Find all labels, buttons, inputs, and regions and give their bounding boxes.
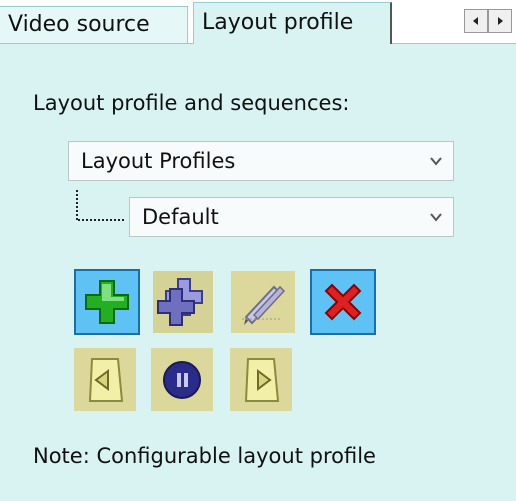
arrow-left-icon — [473, 17, 478, 25]
tab-layout-profile[interactable]: Layout profile — [193, 2, 392, 44]
sequence-select[interactable]: Default — [129, 197, 454, 237]
copy-button[interactable] — [153, 271, 213, 333]
tab-video-source[interactable]: Video source — [0, 6, 188, 44]
pause-button[interactable] — [151, 348, 213, 411]
section-label: Layout profile and sequences: — [33, 91, 350, 115]
tab-bar: Video source Layout profile — [0, 0, 516, 44]
tab-scroll-buttons — [464, 9, 512, 33]
layout-profiles-select-value: Layout Profiles — [81, 149, 236, 173]
pause-icon — [163, 360, 201, 399]
sequence-select-value: Default — [142, 205, 219, 229]
previous-button[interactable] — [74, 348, 136, 411]
copy-add-icon — [157, 278, 203, 326]
tab-scroll-right-button[interactable] — [488, 9, 512, 33]
tab-scroll-left-button[interactable] — [464, 9, 488, 33]
tab-divider — [0, 43, 193, 44]
pencil-icon — [242, 285, 286, 325]
tree-connector — [76, 190, 78, 220]
next-button[interactable] — [230, 348, 292, 411]
previous-page-icon — [88, 357, 124, 402]
note-text: Note: Configurable layout profile — [33, 444, 376, 468]
tree-connector — [78, 219, 124, 221]
chevron-down-icon — [430, 213, 442, 222]
arrow-right-icon — [498, 17, 503, 25]
layout-profiles-select[interactable]: Layout Profiles — [68, 141, 454, 181]
edit-button[interactable] — [231, 271, 295, 333]
chevron-down-icon — [430, 157, 442, 166]
next-page-icon — [244, 357, 280, 402]
delete-button[interactable] — [310, 269, 376, 335]
tab-divider — [392, 43, 516, 44]
add-button[interactable] — [74, 269, 140, 335]
delete-x-icon — [324, 283, 362, 321]
add-icon — [85, 280, 129, 324]
